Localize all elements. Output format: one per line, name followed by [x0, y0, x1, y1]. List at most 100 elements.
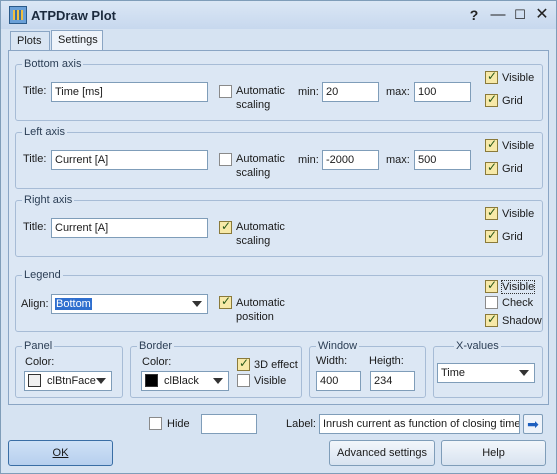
- window-height-input[interactable]: 234: [370, 371, 415, 391]
- border-title: Border: [137, 340, 175, 352]
- chevron-down-icon: [213, 378, 223, 384]
- legend-shadow-checkbox[interactable]: [485, 312, 498, 327]
- x-values-select[interactable]: Time: [437, 363, 535, 383]
- window-title: ATPDraw Plot: [31, 8, 116, 23]
- bottom-axis-visible-checkbox[interactable]: [485, 69, 498, 84]
- right-axis-auto-label-2: scaling: [236, 235, 271, 247]
- border-color-select[interactable]: clBlack: [141, 371, 229, 391]
- left-axis-min-label: min:: [298, 154, 319, 166]
- legend-align-select[interactable]: Bottom: [51, 294, 208, 314]
- window-size-title: Window: [316, 340, 360, 352]
- legend-auto-label-2: position: [236, 311, 274, 323]
- border-group: Border Color: clBlack 3D effect Visible: [130, 340, 302, 398]
- left-axis-visible-checkbox[interactable]: [485, 137, 498, 152]
- x-values-group: X-values Time: [433, 340, 543, 398]
- bottom-axis-grid-label: Grid: [502, 95, 523, 107]
- border-visible-checkbox[interactable]: [237, 374, 250, 387]
- help-button[interactable]: Help: [441, 440, 546, 466]
- legend-shadow-label: Shadow: [502, 315, 542, 327]
- legend-auto-checkbox[interactable]: [219, 294, 232, 309]
- border-color-value: clBlack: [164, 375, 199, 387]
- bottom-axis-auto-checkbox[interactable]: [219, 85, 232, 98]
- label-input[interactable]: Inrush current as function of closing ti…: [319, 414, 520, 434]
- app-icon: [9, 6, 27, 24]
- window-size-group: Window Width: 400 Heigth: 234: [309, 340, 426, 398]
- advanced-settings-button[interactable]: Advanced settings: [329, 440, 435, 466]
- legend-group: Legend Align: Bottom Automatic position …: [15, 269, 543, 332]
- right-axis-visible-label: Visible: [502, 208, 535, 220]
- chevron-down-icon: [96, 378, 106, 384]
- right-axis-title-input[interactable]: Current [A]: [51, 218, 208, 238]
- close-icon[interactable]: ✕: [531, 5, 553, 25]
- legend-check-label: Check: [502, 297, 534, 309]
- bottom-axis-title: Bottom axis: [22, 58, 84, 70]
- bottom-axis-auto-label-2: scaling: [236, 99, 271, 111]
- label-field-label: Label:: [286, 418, 316, 430]
- left-axis-auto-label-2: scaling: [236, 167, 271, 179]
- bottom-axis-auto-label-1: Automatic: [236, 85, 285, 97]
- bottom-axis-grid-checkbox[interactable]: [485, 92, 498, 107]
- help-question-icon[interactable]: ?: [463, 5, 485, 25]
- window-width-input[interactable]: 400: [316, 371, 361, 391]
- left-axis-max-input[interactable]: 500: [414, 150, 471, 170]
- atpdraw-plot-window: ATPDraw Plot ? — ☐ ✕ Plots Settings Bott…: [0, 0, 557, 474]
- left-axis-grid-checkbox[interactable]: [485, 160, 498, 175]
- x-values-title: X-values: [454, 340, 501, 352]
- left-axis-auto-label-1: Automatic: [236, 153, 285, 165]
- right-axis-group: Right axis Title: Current [A] Automatic …: [15, 194, 543, 257]
- legend-visible-checkbox[interactable]: [485, 278, 498, 293]
- window-width-label: Width:: [316, 355, 348, 367]
- panel-color-label: Color:: [25, 356, 55, 368]
- right-axis-auto-label-1: Automatic: [236, 221, 285, 233]
- left-axis-max-label: max:: [386, 154, 410, 166]
- legend-check-checkbox[interactable]: [485, 296, 498, 309]
- bottom-axis-max-input[interactable]: 100: [414, 82, 471, 102]
- x-values-value: Time: [441, 367, 466, 379]
- left-axis-title-label: Title:: [23, 153, 47, 165]
- right-axis-grid-label: Grid: [502, 231, 523, 243]
- panel-title: Panel: [22, 340, 55, 352]
- tab-settings[interactable]: Settings: [51, 30, 103, 51]
- legend-auto-label-1: Automatic: [236, 297, 285, 309]
- bottom-axis-min-input[interactable]: 20: [322, 82, 379, 102]
- border-3d-effect-checkbox[interactable]: [237, 356, 250, 371]
- left-axis-title: Left axis: [22, 126, 67, 138]
- help-button-label: Help: [482, 447, 505, 459]
- title-bar[interactable]: ATPDraw Plot ? — ☐ ✕: [1, 1, 556, 29]
- bottom-axis-min-label: min:: [298, 86, 319, 98]
- bottom-axis-visible-label: Visible: [502, 72, 535, 84]
- chevron-down-icon: [192, 301, 202, 307]
- ok-button[interactable]: OK: [8, 440, 113, 466]
- maximize-icon[interactable]: ☐: [509, 5, 531, 25]
- left-axis-group: Left axis Title: Current [A] Automatic s…: [15, 126, 543, 189]
- panel-color-value: clBtnFace: [47, 375, 96, 387]
- left-axis-auto-checkbox[interactable]: [219, 153, 232, 166]
- legend-align-value: Bottom: [55, 298, 92, 310]
- advanced-settings-label: Advanced settings: [337, 447, 427, 459]
- hide-checkbox[interactable]: [149, 417, 162, 430]
- panel-color-select[interactable]: clBtnFace: [24, 371, 112, 391]
- window-height-label: Heigth:: [369, 355, 404, 367]
- hide-label: Hide: [167, 418, 190, 430]
- left-axis-grid-label: Grid: [502, 163, 523, 175]
- legend-align-label: Align:: [21, 298, 49, 310]
- bottom-axis-max-label: max:: [386, 86, 410, 98]
- arrow-right-icon[interactable]: ➡: [523, 414, 543, 434]
- hide-input[interactable]: [201, 414, 257, 434]
- tab-plots[interactable]: Plots: [10, 31, 50, 50]
- border-visible-label: Visible: [254, 375, 287, 387]
- bottom-axis-group: Bottom axis Title: Time [ms] Automatic s…: [15, 58, 543, 121]
- right-axis-title: Right axis: [22, 194, 75, 206]
- minimize-icon[interactable]: —: [487, 5, 509, 25]
- right-axis-grid-checkbox[interactable]: [485, 228, 498, 243]
- ok-button-label: OK: [52, 447, 69, 459]
- bottom-axis-title-label: Title:: [23, 85, 47, 97]
- panel-group: Panel Color: clBtnFace: [15, 340, 123, 398]
- left-axis-title-input[interactable]: Current [A]: [51, 150, 208, 170]
- right-axis-auto-checkbox[interactable]: [219, 219, 232, 234]
- left-axis-min-input[interactable]: -2000: [322, 150, 379, 170]
- border-color-label: Color:: [142, 356, 172, 368]
- legend-title: Legend: [22, 269, 63, 281]
- right-axis-visible-checkbox[interactable]: [485, 205, 498, 220]
- bottom-axis-title-input[interactable]: Time [ms]: [51, 82, 208, 102]
